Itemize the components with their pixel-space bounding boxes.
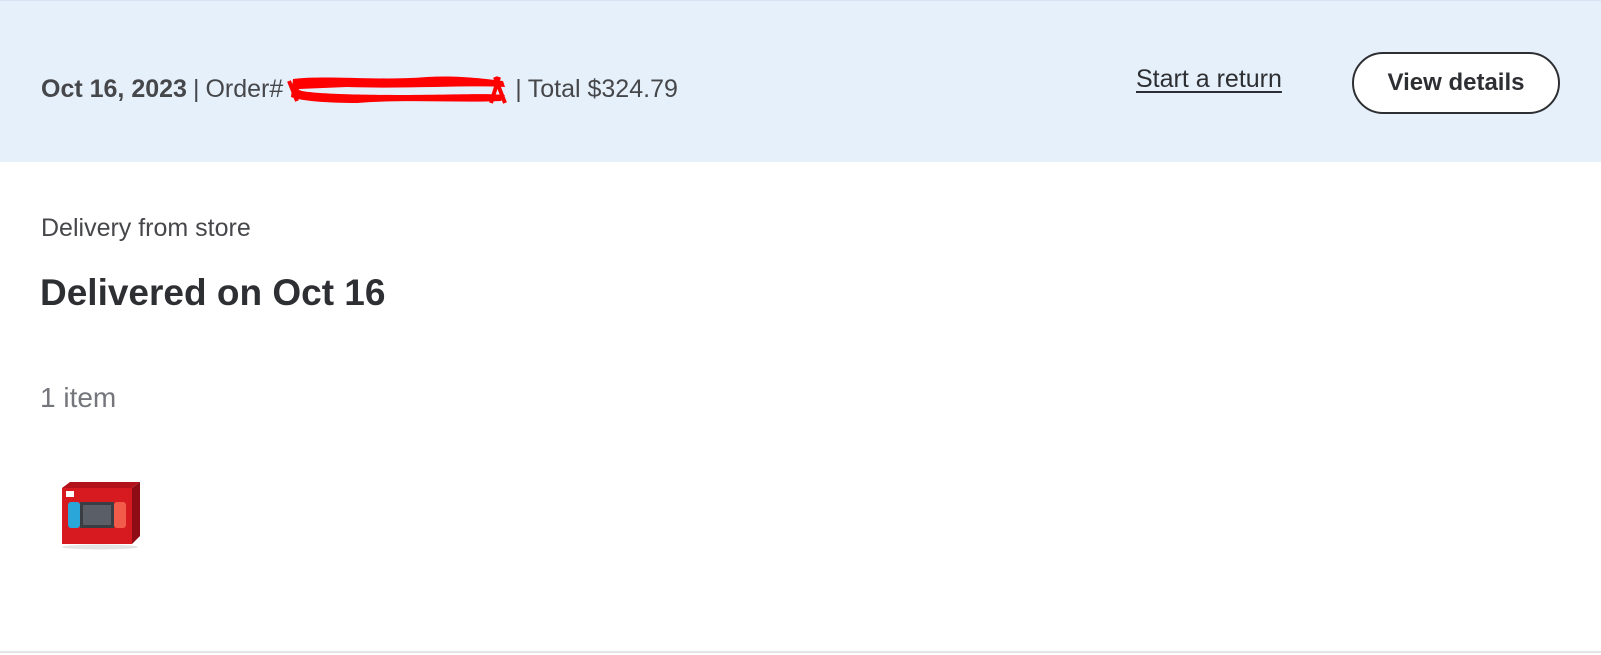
order-number-label: Order# bbox=[205, 74, 284, 103]
start-return-link[interactable]: Start a return bbox=[1136, 65, 1282, 94]
order-header: Oct 16, 2023 | Order# | Total $324.79 St… bbox=[0, 0, 1601, 162]
order-total: Total $324.79 bbox=[527, 74, 678, 103]
redaction-mark bbox=[287, 73, 509, 105]
view-details-button[interactable]: View details bbox=[1352, 52, 1560, 114]
separator: | bbox=[515, 74, 522, 103]
nintendo-switch-box-icon[interactable] bbox=[58, 478, 144, 550]
fulfillment-type: Delivery from store bbox=[41, 214, 251, 242]
order-summary: Oct 16, 2023 | Order# | Total $324.79 bbox=[41, 69, 678, 109]
order-date: Oct 16, 2023 bbox=[41, 74, 187, 103]
separator: | bbox=[192, 74, 200, 103]
item-count: 1 item bbox=[40, 382, 117, 413]
order-card: Oct 16, 2023 | Order# | Total $324.79 St… bbox=[0, 0, 1601, 653]
delivery-status: Delivered on Oct 16 bbox=[40, 272, 386, 313]
